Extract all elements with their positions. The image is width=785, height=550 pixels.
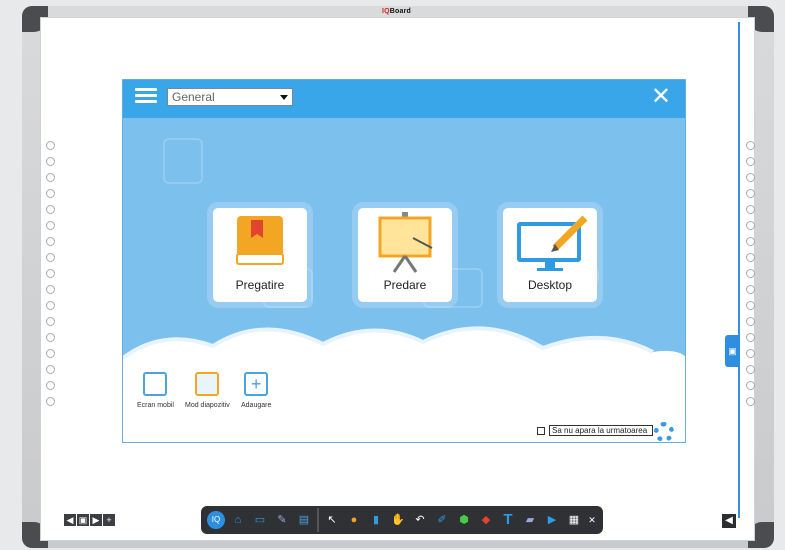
tile-label: Adaugare xyxy=(241,402,272,409)
text-icon[interactable]: T xyxy=(499,511,517,529)
iq-logo-icon[interactable]: IQ xyxy=(207,511,225,529)
eraser-icon[interactable]: ▮ xyxy=(367,511,385,529)
pages-button[interactable]: ▣ xyxy=(77,514,89,526)
card-label: Pregatire xyxy=(235,278,285,292)
home-icon[interactable]: ⌂ xyxy=(229,511,247,529)
side-control-icon[interactable] xyxy=(46,237,55,246)
next-page-button[interactable]: ▶ xyxy=(90,514,102,526)
side-control-icon[interactable] xyxy=(746,397,755,406)
side-control-icon[interactable] xyxy=(746,237,755,246)
add-page-button[interactable]: + xyxy=(103,514,115,526)
side-control-icon[interactable] xyxy=(46,189,55,198)
checkbox-label: Sa nu apara la urmatoarea xyxy=(549,425,653,436)
side-control-icon[interactable] xyxy=(46,333,55,342)
side-control-icon[interactable] xyxy=(746,221,755,230)
dialog-header: General ✕ xyxy=(123,80,685,118)
screen-icon[interactable]: ▭ xyxy=(251,511,269,529)
side-control-icon[interactable] xyxy=(46,381,55,390)
chevron-down-icon xyxy=(280,95,288,100)
left-side-controls xyxy=(46,141,56,413)
toolbar-separator xyxy=(317,508,319,532)
side-control-icon[interactable] xyxy=(46,397,55,406)
side-control-icon[interactable] xyxy=(746,269,755,278)
video-record-icon[interactable]: ▶ xyxy=(543,511,561,529)
shape-icon[interactable]: ⬢ xyxy=(455,511,473,529)
card-predare[interactable]: Predare xyxy=(358,208,452,302)
edge-line xyxy=(738,22,740,518)
side-control-icon[interactable] xyxy=(46,205,55,214)
side-control-icon[interactable] xyxy=(746,205,755,214)
card-desktop[interactable]: Desktop xyxy=(503,208,597,302)
dont-show-again[interactable]: Sa nu apara la urmatoarea xyxy=(537,425,653,436)
pen-icon[interactable]: ● xyxy=(345,511,363,529)
close-icon[interactable]: ✕ xyxy=(651,83,671,111)
select-cursor-icon[interactable]: ↖ xyxy=(323,511,341,529)
main-toolbar: IQ ⌂ ▭ ✎ ▤ ↖ ● ▮ ✋ ↶ ✐ ⬢ ◆ T ▰ ▶ ▦ ✕ xyxy=(201,506,603,534)
tile-label: Ecran mobil xyxy=(137,402,174,409)
presentation-board-icon xyxy=(378,212,433,273)
screenshot-icon[interactable]: ▰ xyxy=(521,511,539,529)
side-control-icon[interactable] xyxy=(746,141,755,150)
tile-mod-diapozitiv[interactable]: Mod diapozitiv xyxy=(185,372,230,409)
side-control-icon[interactable] xyxy=(46,365,55,374)
background-doodle xyxy=(163,138,203,184)
undo-icon[interactable]: ↶ xyxy=(411,511,429,529)
checkbox[interactable] xyxy=(537,426,545,435)
gear-icon[interactable] xyxy=(654,422,674,442)
side-control-icon[interactable] xyxy=(746,285,755,294)
add-icon: + xyxy=(244,372,269,396)
side-control-icon[interactable] xyxy=(746,349,755,358)
side-control-icon[interactable] xyxy=(746,317,755,326)
page-nav-toolbar: ◀ ▣ ▶ + xyxy=(64,514,115,526)
side-control-icon[interactable] xyxy=(746,333,755,342)
mobile-screen-icon xyxy=(143,372,168,396)
side-control-icon[interactable] xyxy=(46,157,55,166)
close-toolbar-icon[interactable]: ✕ xyxy=(587,511,597,529)
hand-icon[interactable]: ✋ xyxy=(389,511,407,529)
side-control-icon[interactable] xyxy=(46,349,55,358)
prev-page-button[interactable]: ◀ xyxy=(64,514,76,526)
right-side-controls xyxy=(746,141,756,413)
side-control-icon[interactable] xyxy=(746,173,755,182)
side-control-icon[interactable] xyxy=(46,221,55,230)
side-control-icon[interactable] xyxy=(46,173,55,182)
side-control-icon[interactable] xyxy=(46,301,55,310)
brand-logo: IQBoard xyxy=(382,8,412,15)
side-control-icon[interactable] xyxy=(46,253,55,262)
fill-icon[interactable]: ◆ xyxy=(477,511,495,529)
side-control-icon[interactable] xyxy=(746,365,755,374)
side-control-icon[interactable] xyxy=(46,141,55,150)
tile-label: Mod diapozitiv xyxy=(185,402,230,409)
collapse-button[interactable]: ◀ xyxy=(722,514,736,528)
side-control-icon[interactable] xyxy=(746,157,755,166)
tile-ecran-mobil[interactable]: Ecran mobil xyxy=(137,372,174,409)
side-control-icon[interactable] xyxy=(746,381,755,390)
tile-adaugare[interactable]: + Adaugare xyxy=(241,372,271,409)
card-label: Predare xyxy=(383,278,427,292)
side-control-icon[interactable] xyxy=(746,301,755,310)
keyboard-icon[interactable]: ▤ xyxy=(295,511,313,529)
tools-icon[interactable]: ✎ xyxy=(273,511,291,529)
monitor-pencil-icon xyxy=(517,215,588,271)
slideshow-icon xyxy=(195,372,220,396)
profile-select[interactable]: General xyxy=(167,88,293,106)
side-control-icon[interactable] xyxy=(46,317,55,326)
side-panel-tab[interactable]: ▣ xyxy=(725,335,740,367)
side-control-icon[interactable] xyxy=(746,253,755,262)
grid-icon[interactable]: ▦ xyxy=(565,511,583,529)
side-control-icon[interactable] xyxy=(46,285,55,294)
side-control-icon[interactable] xyxy=(46,269,55,278)
book-icon xyxy=(236,216,284,265)
menu-icon[interactable] xyxy=(135,88,157,108)
card-label: Desktop xyxy=(527,278,573,292)
side-control-icon[interactable] xyxy=(746,189,755,198)
mode-launcher-dialog: General ✕ Pregatire Predare Desktop Ecra… xyxy=(122,79,686,443)
annotate-icon[interactable]: ✐ xyxy=(433,511,451,529)
card-pregatire[interactable]: Pregatire xyxy=(213,208,307,302)
